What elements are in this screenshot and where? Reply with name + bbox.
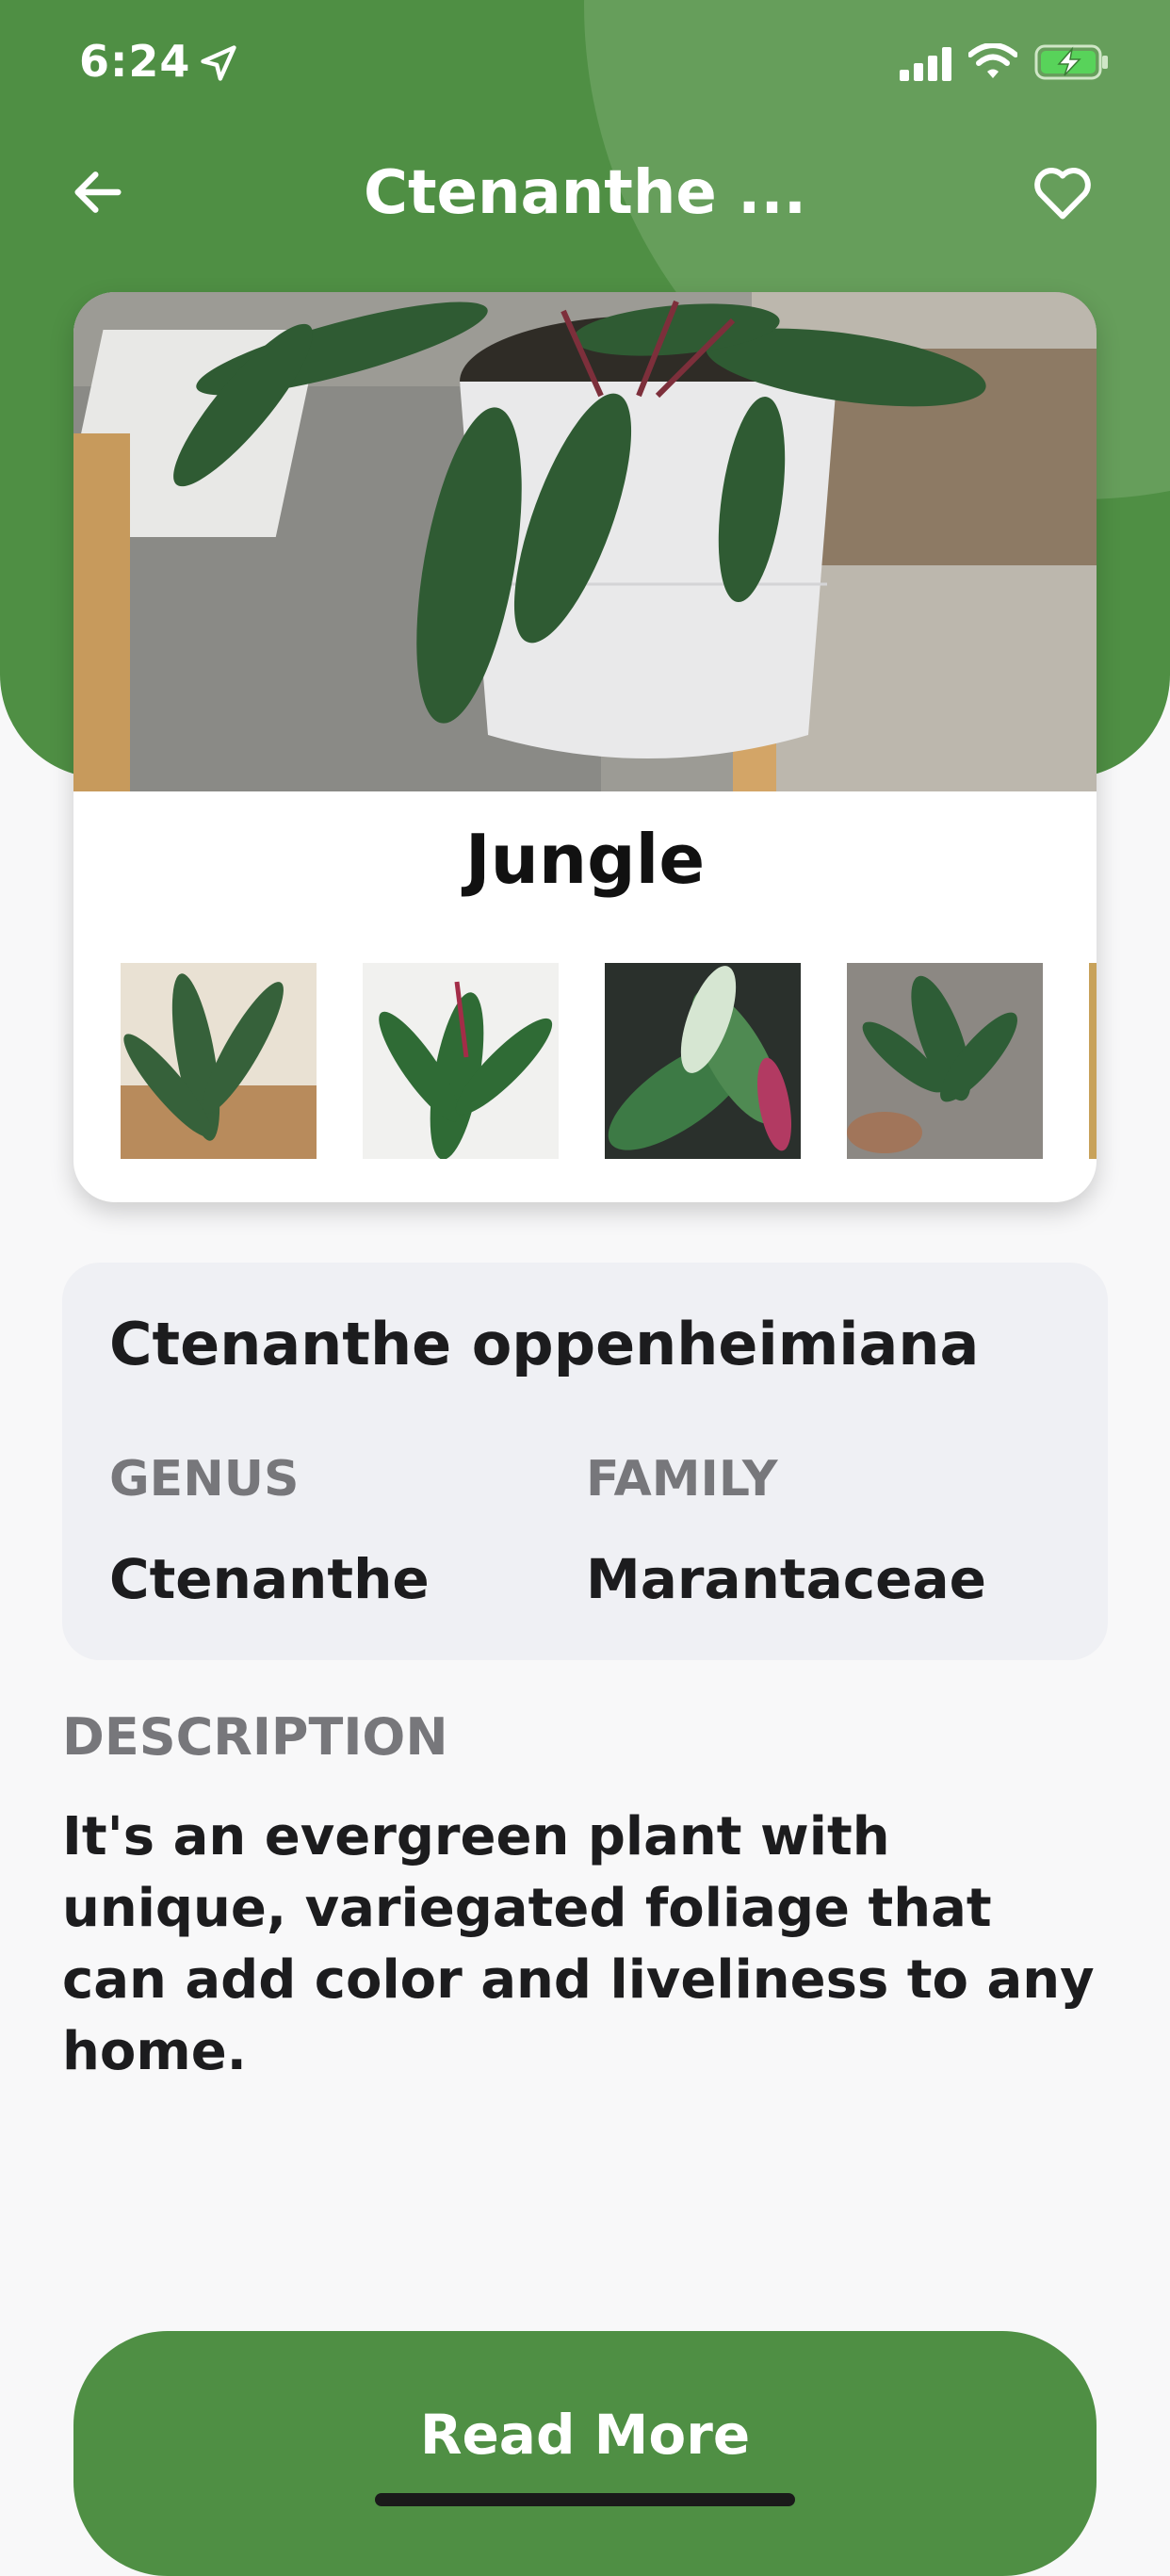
- page-title: Ctenanthe ...: [363, 158, 807, 228]
- hero-plant-photo[interactable]: [73, 292, 1097, 791]
- taxonomy-card: Ctenanthe oppenheimiana GENUS FAMILY Cte…: [62, 1263, 1108, 1660]
- status-time: 6:24: [79, 36, 191, 87]
- location-arrow-icon: [201, 45, 236, 81]
- genus-label: GENUS: [109, 1451, 300, 1508]
- battery-charging-icon: [1034, 44, 1108, 80]
- cellular-signal-icon: [900, 47, 951, 81]
- hero-photo-drawing: [73, 292, 1097, 791]
- thumbnail-2[interactable]: [363, 963, 559, 1159]
- thumbnail-3[interactable]: [605, 963, 801, 1159]
- photo-caption: Jungle: [464, 820, 706, 899]
- thumbnail-strip[interactable]: [121, 963, 1097, 1159]
- scientific-name: Ctenanthe oppenheimiana: [109, 1310, 980, 1378]
- read-more-label: Read More: [419, 2403, 751, 2467]
- thumbnail-1[interactable]: [121, 963, 317, 1159]
- thumbnail-5-partial[interactable]: [1089, 963, 1097, 1159]
- read-more-button[interactable]: Read More: [73, 2331, 1097, 2576]
- favorite-heart-icon[interactable]: [1029, 158, 1097, 226]
- plant-image-card: Jungle: [73, 292, 1097, 1202]
- wifi-icon: [968, 43, 1017, 78]
- top-nav-bar: Ctenanthe ...: [0, 141, 1170, 245]
- family-label: FAMILY: [586, 1451, 778, 1508]
- description-label: DESCRIPTION: [62, 1707, 448, 1767]
- thumbnail-4[interactable]: [847, 963, 1043, 1159]
- home-indicator[interactable]: [375, 2493, 795, 2506]
- description-text: It's an evergreen plant with unique, var…: [62, 1806, 1095, 2082]
- status-bar: 6:24: [0, 0, 1170, 122]
- genus-value: Ctenanthe: [109, 1547, 430, 1611]
- back-arrow-icon[interactable]: [68, 162, 128, 222]
- family-value: Marantaceae: [586, 1547, 986, 1611]
